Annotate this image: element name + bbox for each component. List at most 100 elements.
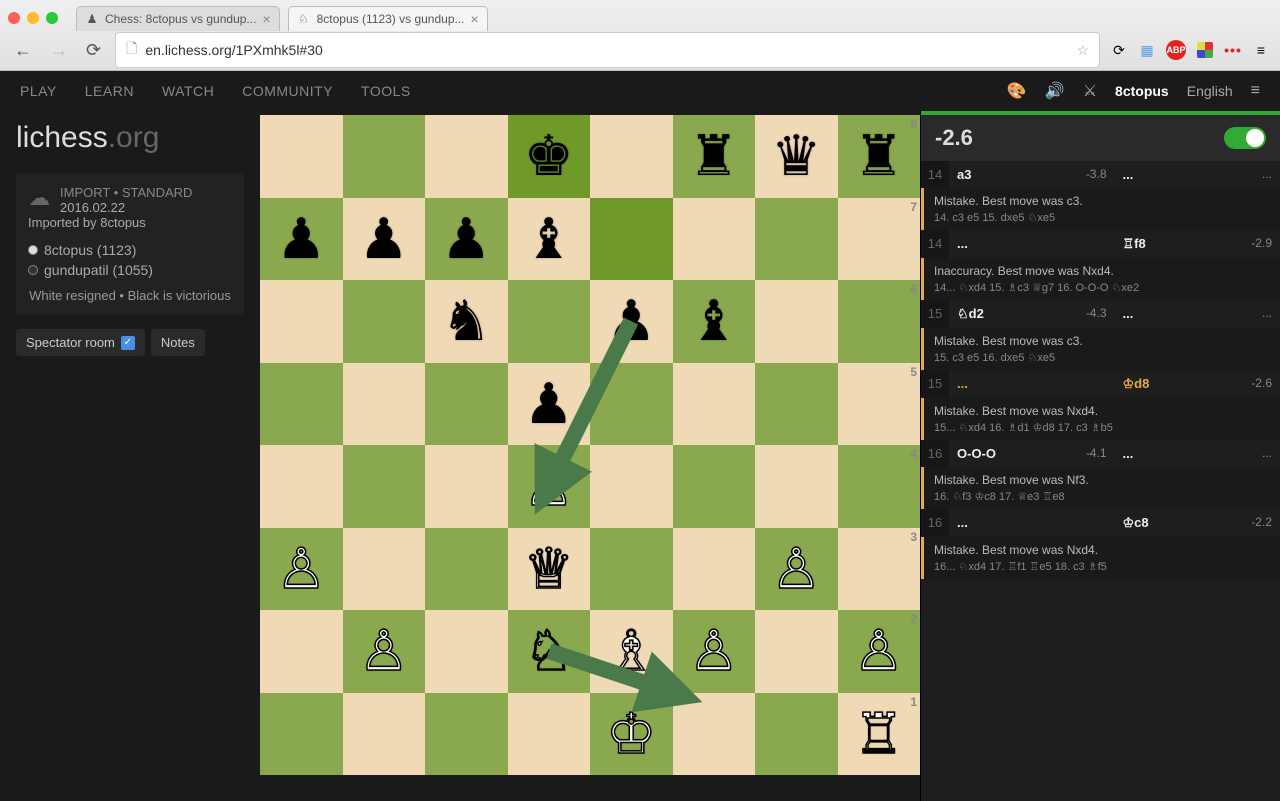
br-piece[interactable]: ♜: [854, 128, 904, 184]
tab-spectator-room[interactable]: Spectator room ✓: [16, 329, 145, 356]
player-white[interactable]: 8ctopus (1123): [28, 242, 232, 258]
move-row[interactable]: 16...♔c8-2.2: [921, 509, 1280, 537]
board-square[interactable]: ♝: [673, 280, 756, 363]
move-row[interactable]: 15♘d2-4.3......: [921, 300, 1280, 328]
chess-board[interactable]: ♚♜♛♜8♟♟♟♝7♞♟♝6♟5♙4♙♕♙3♙♘♗♙♙2♔♖1: [260, 115, 920, 775]
analysis-comment[interactable]: Mistake. Best move was c3.15. c3 e5 16. …: [921, 328, 1280, 370]
palette-icon[interactable]: 🎨: [1007, 81, 1027, 101]
board-square[interactable]: ♙: [755, 528, 838, 611]
language-selector[interactable]: English: [1187, 83, 1233, 99]
board-square[interactable]: [590, 115, 673, 198]
wr-piece[interactable]: ♖: [854, 706, 904, 762]
menu-play[interactable]: PLAY: [20, 83, 57, 99]
board-square[interactable]: [260, 363, 343, 446]
bp-piece[interactable]: ♟: [606, 293, 656, 349]
move-row[interactable]: 15...♔d8-2.6: [921, 370, 1280, 398]
board-square[interactable]: [425, 363, 508, 446]
bp-piece[interactable]: ♟: [524, 376, 574, 432]
board-square[interactable]: ♔: [590, 693, 673, 776]
analysis-comment[interactable]: Inaccuracy. Best move was Nxd4.14... ♘xd…: [921, 258, 1280, 300]
bp-piece[interactable]: ♟: [359, 211, 409, 267]
board-square[interactable]: [673, 363, 756, 446]
board-square[interactable]: [425, 445, 508, 528]
board-square[interactable]: [343, 115, 426, 198]
wp-piece[interactable]: ♙: [524, 458, 574, 514]
board-square[interactable]: [343, 445, 426, 528]
board-square[interactable]: ♙: [508, 445, 591, 528]
board-square[interactable]: ♞: [425, 280, 508, 363]
board-square[interactable]: [755, 693, 838, 776]
board-square[interactable]: [343, 363, 426, 446]
wp-piece[interactable]: ♙: [276, 541, 326, 597]
board-square[interactable]: ♝: [508, 198, 591, 281]
wk-piece[interactable]: ♔: [606, 706, 656, 762]
board-square[interactable]: [343, 528, 426, 611]
maximize-window[interactable]: [46, 12, 58, 24]
bn-piece[interactable]: ♞: [441, 293, 491, 349]
menu-watch[interactable]: WATCH: [162, 83, 214, 99]
menu-icon[interactable]: ≡: [1252, 41, 1270, 59]
board-square[interactable]: ♙2: [838, 610, 921, 693]
bookmark-star-icon[interactable]: ☆: [1076, 42, 1089, 59]
board-square[interactable]: ♟: [425, 198, 508, 281]
close-window[interactable]: [8, 12, 20, 24]
board-square[interactable]: ♚: [508, 115, 591, 198]
logo[interactable]: lichess.org: [16, 121, 244, 155]
board-square[interactable]: [425, 610, 508, 693]
forward-button[interactable]: →: [46, 38, 72, 63]
wp-piece[interactable]: ♙: [854, 623, 904, 679]
board-square[interactable]: [755, 445, 838, 528]
board-square[interactable]: [425, 528, 508, 611]
board-square[interactable]: [425, 115, 508, 198]
board-square[interactable]: ♛: [755, 115, 838, 198]
analysis-comment[interactable]: Mistake. Best move was Nxd4.16... ♘xd4 1…: [921, 537, 1280, 579]
board-square[interactable]: ♕: [508, 528, 591, 611]
menu-community[interactable]: COMMUNITY: [242, 83, 333, 99]
reload-button[interactable]: ⟳: [82, 38, 105, 63]
menu-learn[interactable]: LEARN: [85, 83, 134, 99]
analysis-comment[interactable]: Mistake. Best move was Nf3.16. ♘f3 ♔c8 1…: [921, 467, 1280, 509]
board-square[interactable]: [260, 610, 343, 693]
board-square[interactable]: [673, 528, 756, 611]
menu-tools[interactable]: TOOLS: [361, 83, 411, 99]
bq-piece[interactable]: ♛: [771, 128, 821, 184]
board-square[interactable]: ♜: [673, 115, 756, 198]
board-square[interactable]: ♟: [508, 363, 591, 446]
board-square[interactable]: [755, 610, 838, 693]
board-square[interactable]: [673, 693, 756, 776]
wp-piece[interactable]: ♙: [359, 623, 409, 679]
engine-toggle[interactable]: [1224, 127, 1266, 149]
board-square[interactable]: [508, 280, 591, 363]
board-square[interactable]: [755, 363, 838, 446]
wp-piece[interactable]: ♙: [771, 541, 821, 597]
sound-icon[interactable]: 🔊: [1045, 81, 1065, 101]
board-square[interactable]: [590, 445, 673, 528]
address-bar[interactable]: 🗋 en.lichess.org/1PXmhk5l#30 ☆: [115, 32, 1100, 68]
board-square[interactable]: [755, 280, 838, 363]
board-square[interactable]: ♜8: [838, 115, 921, 198]
browser-tab[interactable]: ♟ Chess: 8ctopus vs gundup... ×: [76, 6, 280, 31]
board-square[interactable]: [343, 693, 426, 776]
bp-piece[interactable]: ♟: [441, 211, 491, 267]
move-row[interactable]: 14...♖f8-2.9: [921, 230, 1280, 258]
board-square[interactable]: [260, 280, 343, 363]
board-square[interactable]: 7: [838, 198, 921, 281]
move-row[interactable]: 14a3-3.8......: [921, 161, 1280, 188]
board-square[interactable]: ♙: [343, 610, 426, 693]
analysis-comment[interactable]: Mistake. Best move was Nxd4.15... ♘xd4 1…: [921, 398, 1280, 440]
extension-icon[interactable]: [1196, 41, 1214, 59]
board-square[interactable]: [590, 198, 673, 281]
username-link[interactable]: 8ctopus: [1115, 83, 1169, 99]
extension-icon[interactable]: •••: [1224, 41, 1242, 59]
browser-tab-active[interactable]: ♘ 8ctopus (1123) vs gundup... ×: [288, 6, 488, 31]
extension-icon[interactable]: ▦: [1138, 41, 1156, 59]
tab-notes[interactable]: Notes: [151, 329, 205, 356]
board-square[interactable]: 5: [838, 363, 921, 446]
crossed-swords-icon[interactable]: ⚔: [1083, 81, 1097, 101]
board-square[interactable]: 3: [838, 528, 921, 611]
board-square[interactable]: ♖1: [838, 693, 921, 776]
board-square[interactable]: [425, 693, 508, 776]
board-square[interactable]: ♟: [343, 198, 426, 281]
move-row[interactable]: 16O-O-O-4.1......: [921, 440, 1280, 467]
bb-piece[interactable]: ♝: [524, 211, 574, 267]
